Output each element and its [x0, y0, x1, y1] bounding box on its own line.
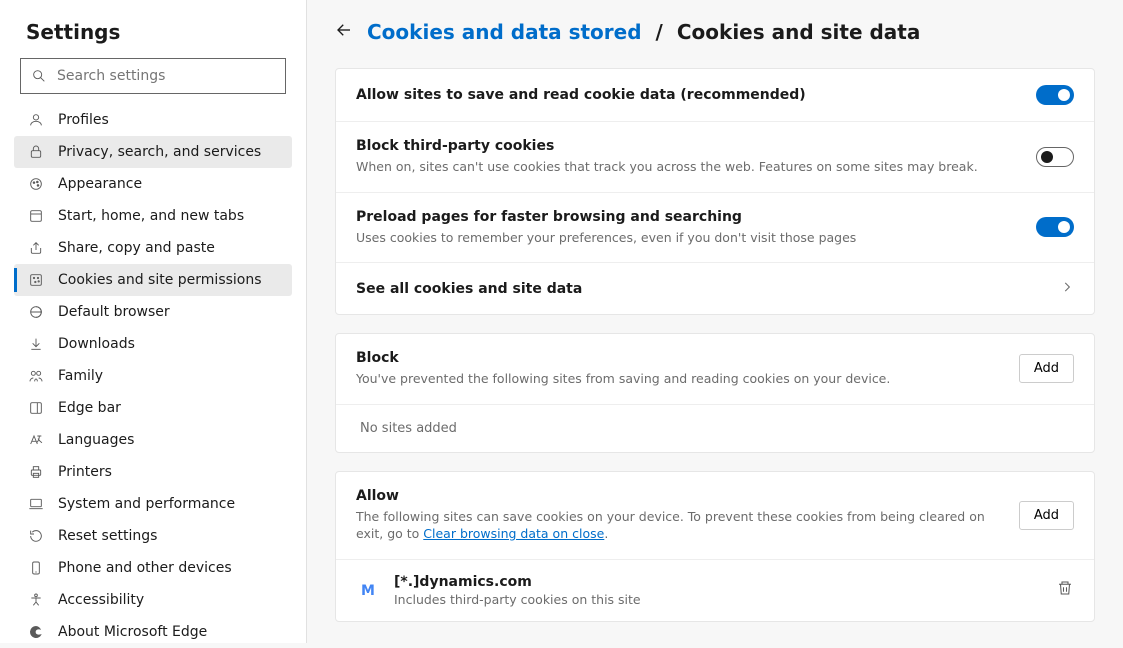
- sidebar-item-label: Languages: [58, 432, 134, 448]
- lock-icon: [28, 144, 44, 160]
- settings-sidebar: Settings Profiles Privacy, search, and s…: [0, 0, 307, 643]
- setting-desc: Uses cookies to remember your preference…: [356, 229, 856, 247]
- sidebar-item-label: Printers: [58, 464, 112, 480]
- site-domain: [*.]dynamics.com: [394, 574, 641, 590]
- back-arrow-icon[interactable]: [335, 21, 353, 43]
- sidebar-item-languages[interactable]: Languages: [14, 424, 292, 456]
- sidebar-item-label: Privacy, search, and services: [58, 144, 261, 160]
- home-icon: [28, 208, 44, 224]
- sidebar-item-label: Downloads: [58, 336, 135, 352]
- sidebar-item-system-and-performance[interactable]: System and performance: [14, 488, 292, 520]
- sidebar-item-label: Cookies and site permissions: [58, 272, 262, 288]
- allow-heading: Allow: [356, 488, 996, 504]
- search-icon: [31, 68, 47, 84]
- search-settings-wrap[interactable]: [20, 58, 286, 94]
- block-heading: Block: [356, 350, 890, 366]
- brush-icon: [28, 176, 44, 192]
- allow-add-button[interactable]: Add: [1019, 501, 1074, 530]
- sidebar-item-cookies-and-site-permissions[interactable]: Cookies and site permissions: [14, 264, 292, 296]
- sidebar-item-start-home-and-new-tabs[interactable]: Start, home, and new tabs: [14, 200, 292, 232]
- sidebar-item-printers[interactable]: Printers: [14, 456, 292, 488]
- a11y-icon: [28, 592, 44, 608]
- sidebar-item-accessibility[interactable]: Accessibility: [14, 584, 292, 616]
- sidebar-item-label: Start, home, and new tabs: [58, 208, 244, 224]
- phone-icon: [28, 560, 44, 576]
- allow-header-row: Allow The following sites can save cooki…: [336, 472, 1094, 560]
- sidebar-item-profiles[interactable]: Profiles: [14, 104, 292, 136]
- sidebar-item-phone-and-other-devices[interactable]: Phone and other devices: [14, 552, 292, 584]
- sidebar-item-family[interactable]: Family: [14, 360, 292, 392]
- allowed-site-row: M [*.]dynamics.com Includes third-party …: [336, 560, 1094, 621]
- setting-title: See all cookies and site data: [356, 281, 582, 297]
- setting-title: Preload pages for faster browsing and se…: [356, 209, 856, 225]
- browser-icon: [28, 304, 44, 320]
- sidebar-item-label: About Microsoft Edge: [58, 624, 207, 640]
- sidebar-item-label: Reset settings: [58, 528, 157, 544]
- breadcrumb-current-page: Cookies and site data: [677, 20, 920, 44]
- breadcrumb-parent-link[interactable]: Cookies and data stored: [367, 20, 642, 44]
- block-desc: You've prevented the following sites fro…: [356, 370, 890, 388]
- block-header-row: Block You've prevented the following sit…: [336, 334, 1094, 405]
- sidebar-item-label: Appearance: [58, 176, 142, 192]
- clear-browsing-data-link[interactable]: Clear browsing data on close: [423, 526, 604, 541]
- sidebar-item-label: Share, copy and paste: [58, 240, 215, 256]
- sidebar-item-label: Family: [58, 368, 103, 384]
- sidebar-item-label: Phone and other devices: [58, 560, 232, 576]
- sidebar-item-default-browser[interactable]: Default browser: [14, 296, 292, 328]
- sidebar-item-label: System and performance: [58, 496, 235, 512]
- download-icon: [28, 336, 44, 352]
- language-icon: [28, 432, 44, 448]
- setting-row: Preload pages for faster browsing and se…: [336, 193, 1094, 264]
- sidebar-item-privacy-search-and-services[interactable]: Privacy, search, and services: [14, 136, 292, 168]
- cookie-icon: [28, 272, 44, 288]
- sidebar-item-label: Accessibility: [58, 592, 144, 608]
- edge-icon: [28, 624, 44, 640]
- cookie-settings-card: Allow sites to save and read cookie data…: [335, 68, 1095, 315]
- printer-icon: [28, 464, 44, 480]
- toggle-switch[interactable]: [1036, 217, 1074, 237]
- search-settings-input[interactable]: [57, 68, 275, 84]
- block-empty-text: No sites added: [336, 405, 1094, 452]
- sidebar-item-reset-settings[interactable]: Reset settings: [14, 520, 292, 552]
- settings-main: Cookies and data stored / Cookies and si…: [307, 0, 1123, 643]
- breadcrumb-separator: /: [656, 20, 663, 44]
- setting-row[interactable]: See all cookies and site data: [336, 263, 1094, 314]
- sidebar-icon: [28, 400, 44, 416]
- delete-site-button[interactable]: [1056, 579, 1074, 601]
- sidebar-item-label: Profiles: [58, 112, 109, 128]
- setting-row: Block third-party cookies When on, sites…: [336, 122, 1094, 193]
- settings-nav: Profiles Privacy, search, and services A…: [14, 104, 292, 648]
- block-add-button[interactable]: Add: [1019, 354, 1074, 383]
- toggle-switch[interactable]: [1036, 147, 1074, 167]
- site-subtext: Includes third-party cookies on this sit…: [394, 592, 641, 607]
- share-icon: [28, 240, 44, 256]
- sidebar-item-label: Edge bar: [58, 400, 121, 416]
- sidebar-item-downloads[interactable]: Downloads: [14, 328, 292, 360]
- sidebar-item-share-copy-and-paste[interactable]: Share, copy and paste: [14, 232, 292, 264]
- sidebar-item-about-microsoft-edge[interactable]: About Microsoft Edge: [14, 616, 292, 648]
- family-icon: [28, 368, 44, 384]
- user-icon: [28, 112, 44, 128]
- setting-row: Allow sites to save and read cookie data…: [336, 69, 1094, 122]
- settings-title: Settings: [14, 20, 292, 44]
- allow-section-card: Allow The following sites can save cooki…: [335, 471, 1095, 622]
- reset-icon: [28, 528, 44, 544]
- breadcrumb: Cookies and data stored / Cookies and si…: [335, 20, 1095, 44]
- sidebar-item-appearance[interactable]: Appearance: [14, 168, 292, 200]
- block-section-card: Block You've prevented the following sit…: [335, 333, 1095, 453]
- chevron-right-icon: [1060, 279, 1074, 298]
- toggle-switch[interactable]: [1036, 85, 1074, 105]
- site-favicon: M: [356, 578, 380, 602]
- sidebar-item-label: Default browser: [58, 304, 170, 320]
- setting-title: Allow sites to save and read cookie data…: [356, 87, 806, 103]
- setting-desc: When on, sites can't use cookies that tr…: [356, 158, 978, 176]
- setting-title: Block third-party cookies: [356, 138, 978, 154]
- allow-desc: The following sites can save cookies on …: [356, 508, 996, 543]
- sidebar-item-edge-bar[interactable]: Edge bar: [14, 392, 292, 424]
- laptop-icon: [28, 496, 44, 512]
